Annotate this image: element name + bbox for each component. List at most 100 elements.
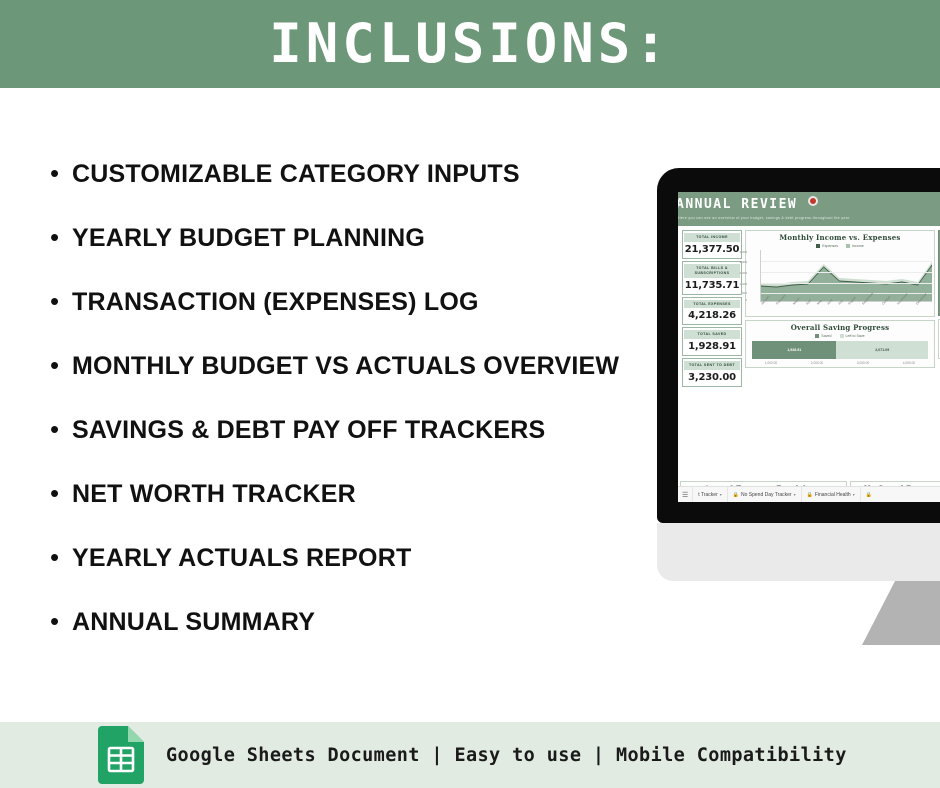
- x-tick: 1,000.00: [764, 361, 778, 365]
- kpi-label: TOTAL EXPENSES: [684, 299, 740, 309]
- chevron-down-icon[interactable]: ▾: [853, 492, 855, 497]
- bullet-marker-icon: •: [50, 542, 60, 572]
- kpi-label: TOTAL BILLS & SUBSCRIPTIONS: [684, 263, 740, 278]
- chevron-down-icon[interactable]: ▾: [794, 492, 796, 497]
- list-item: • CUSTOMIZABLE CATEGORY INPUTS: [50, 160, 690, 224]
- kpi-value: 3,230.00: [688, 372, 736, 384]
- list-item: • YEARLY BUDGET PLANNING: [50, 224, 690, 288]
- y-tick: 4,000: [739, 250, 747, 254]
- legend-label: Left to Save: [845, 334, 865, 338]
- chart-plot-area: 4,000 3,000 2,000 1,000 500 0 January Fe…: [739, 250, 932, 314]
- chevron-down-icon[interactable]: ▾: [720, 492, 722, 497]
- sheet-tab-no-spend-day-tracker[interactable]: 🔒 No Spend Day Tracker ▾: [726, 487, 801, 502]
- inclusions-list: • CUSTOMIZABLE CATEGORY INPUTS • YEARLY …: [50, 160, 690, 672]
- chart-monthly-income-vs-expenses: Monthly Income vs. Expenses Expenses Inc…: [739, 230, 935, 317]
- list-item-label: YEARLY BUDGET PLANNING: [72, 224, 426, 252]
- lock-icon: 🔒: [732, 491, 739, 498]
- sheet-tab-debt-tracker[interactable]: t Tracker ▾: [692, 487, 726, 502]
- legend-label: Saved: [821, 334, 832, 338]
- kpi-value: 11,735.71: [684, 279, 740, 291]
- kpi-column: TOTAL INCOME 21,377.50 TOTAL BILLS & SUB…: [680, 230, 742, 478]
- sheet-tab-label: Financial Health: [814, 491, 851, 498]
- y-tick: 0: [745, 298, 747, 302]
- monitor-stand: [862, 581, 940, 645]
- x-tick: 3,000.00: [856, 361, 870, 365]
- list-item-label: MONTHLY BUDGET VS ACTUALS OVERVIEW: [72, 352, 620, 380]
- kpi-value: 21,377.50: [684, 243, 740, 255]
- kpi-card: TOTAL SAVED 1,928.91: [682, 327, 742, 357]
- sheet-banner: ANNUAL REVIEW Here you can see an overvi…: [678, 192, 940, 226]
- x-axis-labels: January February March April May June Ju…: [760, 291, 932, 307]
- list-item: • ANNUAL SUMMARY: [50, 608, 690, 672]
- legend-item: Left to Save: [839, 334, 865, 338]
- chart-title: Overall Saving Progress: [790, 323, 890, 332]
- y-tick: 1,000: [739, 282, 747, 286]
- google-sheets-icon: [98, 726, 144, 784]
- kpi-label: TOTAL SAVED: [684, 330, 740, 340]
- kpi-label: TOTAL SENT TO DEBT: [684, 361, 740, 371]
- legend-label: Income: [852, 244, 864, 248]
- lock-icon: 🔒: [865, 491, 872, 498]
- legend-swatch-icon: [846, 244, 850, 248]
- bullet-marker-icon: •: [50, 158, 60, 188]
- list-item-label: CUSTOMIZABLE CATEGORY INPUTS: [72, 160, 520, 188]
- dart-target-icon: [807, 196, 818, 206]
- stacked-progress-bar: 1,928.91 2,071.09: [752, 341, 928, 359]
- sheet-tab-label: t Tracker: [698, 491, 718, 498]
- kpi-label: TOTAL INCOME: [684, 233, 740, 242]
- list-item: • SAVINGS & DEBT PAY OFF TRACKERS: [50, 416, 690, 480]
- charts-column: Monthly Income vs. Expenses Expenses Inc…: [739, 230, 935, 478]
- sheet-tab-bar[interactable]: ☰ t Tracker ▾ 🔒 No Spend Day Tracker ▾ 🔒…: [678, 486, 940, 502]
- footer-bar: Google Sheets Document | Easy to use | M…: [0, 722, 940, 788]
- list-item-label: ANNUAL SUMMARY: [72, 608, 316, 636]
- kpi-card: TOTAL SENT TO DEBT 3,230.00: [682, 358, 742, 388]
- x-tick: 2,000.00: [810, 361, 824, 365]
- list-item: • TRANSACTION (EXPENSES) LOG: [50, 288, 690, 352]
- footer-text: Google Sheets Document | Easy to use | M…: [166, 744, 847, 766]
- sheet-body: TOTAL INCOME 21,377.50 TOTAL BILLS & SUB…: [678, 226, 940, 478]
- kpi-value: 1,928.91: [688, 341, 736, 353]
- list-item: • MONTHLY BUDGET VS ACTUALS OVERVIEW: [50, 352, 690, 416]
- bullet-marker-icon: •: [50, 414, 60, 444]
- sheet-tab-financial-health[interactable]: 🔒 Financial Health ▾: [800, 487, 860, 502]
- legend-swatch-icon: [816, 244, 821, 248]
- kpi-value: 4,218.26: [688, 310, 736, 322]
- sheet-tab-label: No Spend Day Tracker: [740, 491, 792, 498]
- y-tick: 3,000: [739, 260, 747, 264]
- kpi-card: TOTAL BILLS & SUBSCRIPTIONS 11,735.71: [682, 260, 742, 295]
- legend-swatch-icon: [815, 334, 820, 338]
- sheet-title: ANNUAL REVIEW: [678, 197, 798, 212]
- page-title: INCLUSIONS:: [269, 12, 671, 75]
- list-item-label: NET WORTH TRACKER: [72, 480, 356, 508]
- y-tick: 2,000: [739, 271, 747, 275]
- y-axis-ticks: 4,000 3,000 2,000 1,000 500 0: [736, 250, 748, 302]
- kpi-card: TOTAL EXPENSES 4,218.26: [682, 296, 742, 326]
- list-item: • YEARLY ACTUALS REPORT: [50, 544, 690, 608]
- slide-root: INCLUSIONS: • CUSTOMIZABLE CATEGORY INPU…: [0, 0, 940, 788]
- legend-label: Expenses: [822, 244, 838, 248]
- monitor-chin: [657, 523, 940, 581]
- x-tick: 4,000.00: [902, 361, 916, 365]
- bullet-marker-icon: •: [50, 222, 60, 252]
- segment-saved: 1,928.91: [752, 341, 837, 359]
- list-item-label: YEARLY ACTUALS REPORT: [72, 544, 412, 572]
- bullet-marker-icon: •: [50, 606, 60, 636]
- chart-overall-saving-progress: Overall Saving Progress Saved Left to Sa…: [745, 320, 935, 368]
- sheet-subtitle: Here you can see an overview of your bud…: [678, 216, 851, 220]
- x-tick: July: [837, 298, 844, 306]
- list-item: • NET WORTH TRACKER: [50, 480, 690, 544]
- segment-left-to-save: 2,071.09: [836, 341, 928, 359]
- all-sheets-menu-icon[interactable]: ☰: [678, 491, 692, 499]
- sheet-tab-overflow[interactable]: 🔒: [859, 487, 877, 502]
- legend-item: Saved: [815, 334, 832, 338]
- chart-title: Monthly Income vs. Expenses: [779, 233, 901, 242]
- legend-item: Expenses: [816, 244, 838, 248]
- header-banner: INCLUSIONS:: [0, 0, 940, 88]
- spreadsheet-screen: ANNUAL REVIEW Here you can see an overvi…: [678, 192, 940, 502]
- chart-legend: Saved Left to Save: [748, 334, 932, 338]
- bullet-marker-icon: •: [50, 478, 60, 508]
- legend-item: Income: [846, 244, 864, 248]
- x-axis-ticks: 1,000.00 2,000.00 3,000.00 4,000.00: [748, 361, 932, 365]
- header-divider: [0, 88, 940, 91]
- list-item-label: TRANSACTION (EXPENSES) LOG: [72, 288, 479, 316]
